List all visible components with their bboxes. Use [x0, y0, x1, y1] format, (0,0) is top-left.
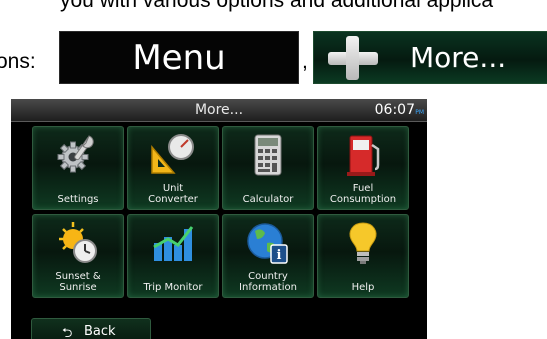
- menu-button-label: Menu: [132, 37, 226, 78]
- title-bar: More... 06:07 PM: [11, 99, 427, 122]
- sun-clock-icon: [59, 222, 97, 263]
- tile-label: Sunset & Sunrise: [55, 271, 101, 293]
- calculator-icon: [254, 134, 282, 176]
- more-button-sample[interactable]: More...: [313, 31, 547, 84]
- calculator-button[interactable]: Calculator: [222, 126, 314, 210]
- svg-text:i: i: [277, 248, 282, 263]
- device-screen: More... 06:07 PM Settings Unit Converter…: [11, 99, 427, 339]
- plus-icon: [328, 35, 378, 80]
- screen-title: More...: [194, 102, 244, 118]
- country-information-button[interactable]: i Country Information: [222, 214, 314, 298]
- tile-label: Fuel Consumption: [329, 183, 397, 205]
- more-button-label: More...: [410, 41, 507, 74]
- fuel-consumption-button[interactable]: Fuel Consumption: [317, 126, 409, 210]
- menu-button-sample[interactable]: Menu: [59, 31, 299, 84]
- tile-label: Country Information: [239, 271, 297, 293]
- unit-converter-icon: [151, 134, 194, 174]
- tile-label: Trip Monitor: [143, 282, 203, 293]
- document-text-line: ons:: [0, 50, 36, 73]
- trip-monitor-icon: [153, 226, 194, 261]
- unit-converter-button[interactable]: Unit Converter: [127, 126, 219, 210]
- document-separator: ,: [302, 50, 308, 73]
- tile-label: Calculator: [242, 194, 294, 205]
- sunset-sunrise-button[interactable]: Sunset & Sunrise: [32, 214, 124, 298]
- clock-ampm: PM: [415, 109, 424, 116]
- tile-label: Settings: [57, 194, 99, 205]
- clock: 06:07: [374, 102, 415, 118]
- help-button[interactable]: Help: [317, 214, 409, 298]
- tile-label: Help: [351, 282, 375, 293]
- globe-info-icon: i: [247, 223, 288, 264]
- document-text-line: you with various options and additional …: [60, 0, 494, 12]
- back-button-label: Back: [84, 324, 116, 339]
- lightbulb-icon: [349, 222, 377, 264]
- trip-monitor-button[interactable]: Trip Monitor: [127, 214, 219, 298]
- tile-label: Unit Converter: [148, 183, 198, 205]
- settings-button[interactable]: Settings: [32, 126, 124, 210]
- settings-icon: [57, 135, 94, 173]
- fuel-pump-icon: [347, 135, 380, 176]
- back-arrow-icon: ⮌: [62, 326, 73, 339]
